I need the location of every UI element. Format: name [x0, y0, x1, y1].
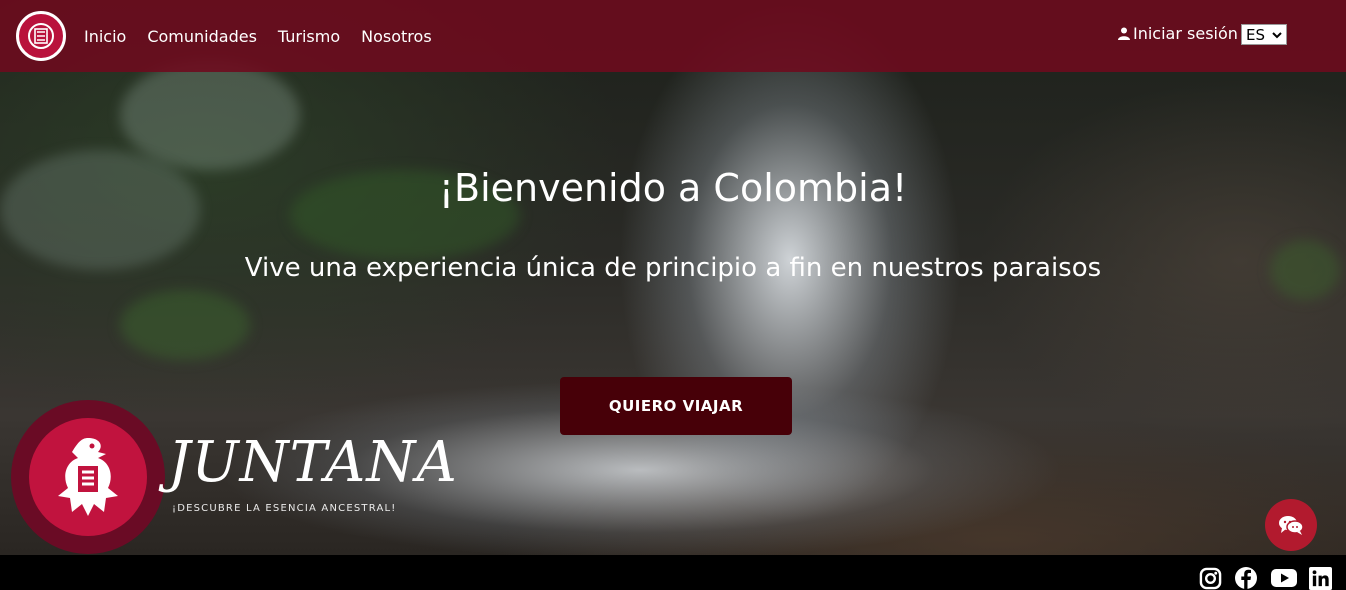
brand-tagline: ¡DESCUBRE LA ESENCIA ANCESTRAL!	[172, 503, 397, 514]
youtube-icon	[1271, 569, 1297, 587]
chevron-down-icon	[1272, 31, 1282, 38]
nav-link-comunidades[interactable]: Comunidades	[147, 27, 257, 46]
footer-bar	[0, 555, 1346, 589]
juntana-bird-emblem-icon	[58, 438, 118, 516]
nav-link-inicio[interactable]: Inicio	[84, 27, 126, 46]
youtube-link[interactable]	[1270, 566, 1298, 590]
nav-logo[interactable]	[16, 11, 66, 61]
hero-title: ¡Bienvenido a Colombia!	[438, 166, 908, 210]
facebook-link[interactable]	[1234, 566, 1258, 590]
chat-button[interactable]	[1265, 499, 1317, 551]
language-select[interactable]: ES	[1241, 24, 1287, 45]
hero-subtitle: Vive una experiencia única de principio …	[244, 253, 1102, 283]
linkedin-icon	[1308, 566, 1332, 590]
nav-link-turismo[interactable]: Turismo	[278, 27, 340, 46]
foliage-decoration	[120, 60, 300, 170]
instagram-icon	[1199, 567, 1221, 589]
foliage-decoration	[120, 290, 250, 360]
brand-logo	[29, 418, 147, 536]
brand-name: JUNTANA	[168, 430, 458, 495]
login-label: Iniciar sesión	[1133, 24, 1238, 43]
navbar: Inicio Comunidades Turismo Nosotros Inic…	[0, 0, 1346, 72]
juntana-emblem-icon	[28, 23, 54, 49]
login-link[interactable]: Iniciar sesión	[1118, 24, 1238, 43]
facebook-icon	[1235, 567, 1257, 589]
travel-cta-button[interactable]: QUIERO VIAJAR	[560, 377, 792, 435]
main-nav: Inicio Comunidades Turismo Nosotros	[84, 0, 432, 72]
user-icon	[1118, 27, 1130, 40]
instagram-link[interactable]	[1198, 566, 1222, 590]
nav-link-nosotros[interactable]: Nosotros	[361, 27, 432, 46]
chat-bubbles-icon	[1279, 516, 1304, 535]
linkedin-link[interactable]	[1308, 566, 1332, 590]
language-value: ES	[1246, 25, 1265, 44]
